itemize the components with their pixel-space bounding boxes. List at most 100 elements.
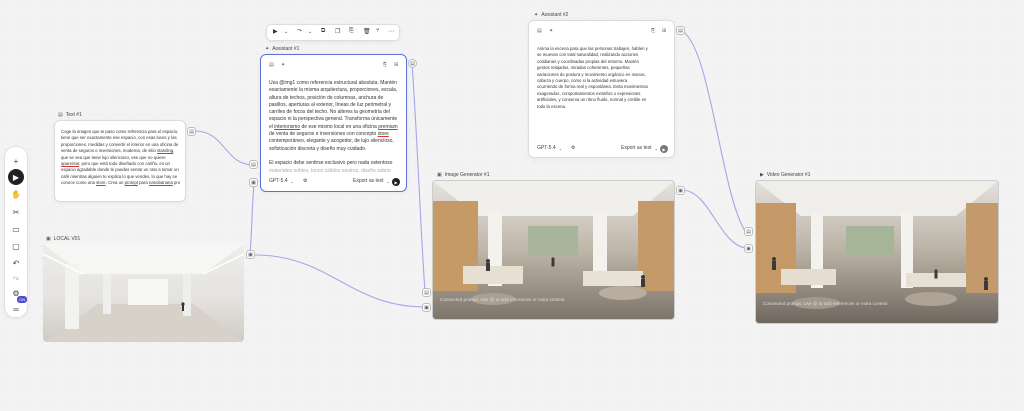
flagged-word: nanobanana — [148, 180, 173, 186]
sparkle-icon[interactable]: ✦ — [549, 28, 553, 34]
text-line: pasillos, aperturas al exterior, líneas … — [269, 101, 392, 108]
connect-icon[interactable]: ⤳ — [297, 28, 302, 35]
edge-text-to-assistant1 — [194, 130, 254, 166]
settings-icon[interactable]: ⚙ — [571, 145, 575, 151]
delete-icon[interactable]: 🗑 — [363, 28, 371, 35]
assistant1-output-handle[interactable]: ▤ — [408, 59, 417, 68]
chevron-down-icon: ⌄ — [654, 145, 658, 151]
text-line: exactamente la misma arquitectura, propo… — [269, 87, 398, 94]
copy-icon[interactable]: ⎘ — [383, 62, 387, 68]
floating-node-toolbar: ▶ ⌄ ⤳ ⌄ ⧉ ❐ ⎘ 🗑 ⑂ ⋯ — [266, 24, 400, 41]
text-icon: ▤ — [58, 112, 63, 118]
videogen-text-input-handle[interactable]: ▤ — [744, 227, 753, 236]
chevron-down-icon: ⌄ — [558, 145, 562, 151]
text-line: El espacio debe sentirse exclusivo pero … — [269, 160, 393, 167]
send-button[interactable]: ▶ — [660, 145, 668, 153]
copy-icon[interactable]: ⎘ — [349, 28, 354, 35]
shortcuts-icon[interactable]: ∞ — [8, 301, 24, 317]
text-node-card[interactable]: Coge la imagen que te paso como referenc… — [54, 120, 186, 202]
chevron-down-icon: ⌄ — [290, 178, 294, 184]
model-selector[interactable]: GPT-5.4 ⌄ ⚙ — [537, 145, 575, 151]
assistant2-card[interactable]: ▤ ✦ ⎘ ⊞ Anima la escena para que las per… — [528, 20, 675, 158]
duplicate-icon[interactable]: ❐ — [335, 28, 340, 35]
expand-icon[interactable]: ⊞ — [394, 62, 398, 68]
videogen-image-input-handle[interactable]: ▣ — [744, 244, 753, 253]
flagged-word: interiorismo — [274, 123, 301, 130]
more-icon[interactable]: ⋯ — [388, 28, 394, 35]
edge-local-to-imagegen — [254, 254, 426, 308]
flagged-word: prompt — [124, 180, 138, 186]
comment-icon[interactable]: ▢ — [8, 238, 24, 254]
edge-assistant1-to-imagegen — [411, 62, 426, 293]
group-icon[interactable]: ⧉ — [321, 28, 325, 35]
assistant1-text-input-handle[interactable]: ▤ — [249, 160, 258, 169]
image-generator-card[interactable]: Connected prompt. Use @ to add reference… — [432, 180, 675, 320]
faded-text: materiales nobles, tonos cálidos neutros… — [269, 167, 391, 174]
assistant1-card[interactable]: ▤ ✦ ⎘ ⊞ Usa @img1 como referencia estruc… — [260, 54, 407, 192]
text-line: materiales nobles, tonos cálidos neutros… — [269, 168, 403, 174]
text-line: de venta de seguros e inversiones con co… — [269, 131, 389, 138]
document-icon[interactable]: ▤ — [269, 62, 274, 68]
expand-icon[interactable]: ⊞ — [662, 28, 666, 34]
assistant-icon: ✦ — [534, 12, 539, 18]
node-title-imagegen: ▣ Image Generator #1 — [437, 172, 490, 178]
text-line: tiene que ser exactamente ese espacio, c… — [61, 135, 177, 141]
play-icon[interactable]: ▶ — [273, 28, 278, 35]
prompt-placeholder[interactable]: Connected prompt. Use @ to add reference… — [763, 301, 887, 306]
send-button[interactable]: ▶ — [392, 178, 400, 186]
node-title-text1: ▤ Text #1 — [58, 112, 82, 118]
text-line: contemporáneo, elegante y acogedor, de l… — [269, 138, 394, 145]
copy-icon[interactable]: ⎘ — [651, 28, 655, 34]
assistant2-response[interactable]: Anima la escena para que las personas tr… — [537, 46, 671, 110]
imagegen-text-input-handle[interactable]: ▤ — [422, 288, 431, 297]
chevron-down-icon: ⌄ — [386, 178, 390, 184]
text-line: espacio agradable donde te puedes sentar… — [61, 167, 179, 173]
node-title-videogen: ▶ Video Generator #1 — [760, 172, 811, 178]
prompt-placeholder[interactable]: Connected prompt. Use @ to add reference… — [440, 297, 564, 302]
flagged-word: store — [96, 180, 106, 186]
text-line: el interiorismo de ese mismo local en un… — [269, 123, 398, 130]
left-toolbar: + ▶ ✋ ✂ ▭ ▢ ↶ ↷ ⚙ ON ∞ — [4, 146, 28, 318]
export-text-button[interactable]: Export as text ⌄ — [621, 145, 658, 151]
hand-icon[interactable]: ✋ — [8, 186, 24, 202]
flagged-word: store — [377, 131, 389, 138]
text-line: todo la escena. — [537, 103, 567, 109]
video-generator-card[interactable]: Connected prompt. Use @ to add reference… — [755, 180, 999, 324]
plus-icon[interactable]: + — [8, 153, 24, 169]
text-line: altura de techos, posición de columnas, … — [269, 94, 384, 101]
scissors-icon[interactable]: ✂ — [8, 204, 24, 220]
assistant-icon: ✦ — [265, 46, 270, 52]
imagegen-image-input-handle[interactable]: ▣ — [422, 303, 431, 312]
chevron-down-icon[interactable]: ⌄ — [284, 29, 288, 35]
text-output-handle[interactable]: ▤ — [187, 127, 196, 136]
node-title-assistant2: ✦ Assistant #2 — [534, 12, 569, 18]
local-image[interactable] — [43, 244, 244, 342]
note-icon[interactable]: ▭ — [8, 221, 24, 237]
model-selector[interactable]: GPT-5.4 ⌄ ⚙ — [269, 178, 307, 184]
text-line: sofisticación discreta y diseño muy cuid… — [269, 145, 367, 152]
node-title-local: ▣ LOCAL V01 — [46, 236, 81, 242]
text-line: venta de seguros o inversiones, moderna,… — [61, 148, 175, 154]
settings-icon[interactable]: ⚙ — [303, 178, 307, 184]
imagegen-output-handle[interactable]: ▣ — [676, 186, 685, 195]
local-image-output-handle[interactable]: ▣ — [246, 250, 255, 259]
image-icon: ▣ — [437, 172, 442, 178]
flagged-word: aparentar — [61, 161, 80, 167]
sparkle-icon[interactable]: ✦ — [281, 62, 285, 68]
text-line: Usa @img1 como referencia estructural ab… — [269, 80, 397, 86]
node-title-assistant1: ✦ Assistant #1 — [265, 46, 300, 52]
chevron-down-icon[interactable]: ⌄ — [308, 29, 312, 35]
edge-assistant2-to-videogen — [679, 29, 746, 232]
cursor-icon[interactable]: ▶ — [8, 169, 24, 185]
branch-icon[interactable]: ⑂ — [376, 28, 380, 34]
image-icon: ▣ — [46, 236, 51, 242]
edge-imagegen-to-videogen — [681, 189, 749, 249]
assistant1-image-input-handle[interactable]: ▣ — [249, 178, 258, 187]
undo-icon[interactable]: ↶ — [8, 255, 24, 271]
export-text-button[interactable]: Export as text ⌄ — [353, 178, 390, 184]
text-node-content[interactable]: Coge la imagen que te paso como referenc… — [61, 129, 183, 187]
assistant2-output-handle[interactable]: ▤ — [676, 26, 685, 35]
empty-store-photo — [43, 244, 244, 342]
document-icon[interactable]: ▤ — [537, 28, 542, 34]
assistant1-response[interactable]: Usa @img1 como referencia estructural ab… — [269, 80, 403, 174]
